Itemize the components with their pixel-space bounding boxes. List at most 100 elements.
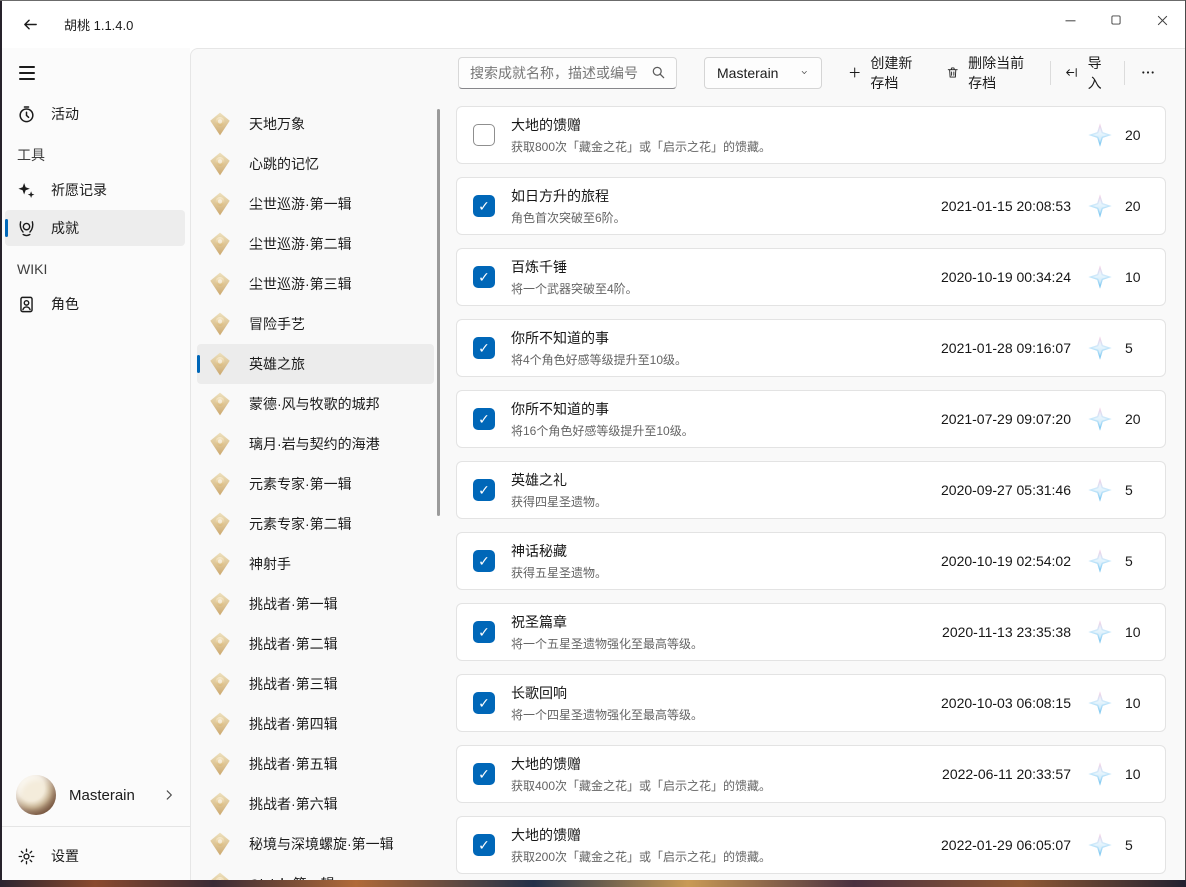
achievement-title: 大地的馈赠 [511, 115, 771, 135]
achievement-card[interactable]: 大地的馈赠 获取400次「藏金之花」或「启示之花」的馈藏。 2022-06-11… [456, 745, 1166, 803]
achievement-reward-count: 5 [1125, 340, 1151, 356]
category-item[interactable]: 挑战者·第四辑 [197, 704, 434, 744]
category-item[interactable]: 英雄之旅 [197, 344, 434, 384]
divider [1124, 61, 1125, 85]
achievement-date: 2022-06-11 20:33:57 [942, 766, 1071, 782]
achievement-card[interactable]: 大地的馈赠 获取800次「藏金之花」或「启示之花」的馈藏。 20 [456, 106, 1166, 164]
achievement-checkbox[interactable] [473, 124, 495, 146]
chevron-right-icon [162, 788, 176, 802]
primogem-icon [1087, 477, 1113, 503]
back-button[interactable] [14, 8, 46, 40]
achievement-checkbox[interactable] [473, 834, 495, 856]
menu-button[interactable] [12, 56, 48, 90]
achievement-card[interactable]: 你所不知道的事 将4个角色好感等级提升至10级。 2021-01-28 09:1… [456, 319, 1166, 377]
achievement-title: 大地的馈赠 [511, 825, 771, 845]
app-title: 胡桃 1.1.4.0 [64, 15, 133, 34]
gold-emblem-icon [207, 711, 233, 737]
achievement-date: 2022-01-29 06:05:07 [941, 837, 1071, 853]
close-button[interactable] [1139, 0, 1185, 40]
achievement-title: 你所不知道的事 [511, 328, 687, 348]
category-list: 天地万象 心跳的记忆 尘世巡游·第一辑 尘世巡游·第二辑 [191, 49, 456, 887]
user-profile-button[interactable]: Masterain [0, 764, 190, 826]
chevron-down-icon [800, 66, 809, 79]
achievement-reward-count: 20 [1125, 198, 1151, 214]
category-item[interactable]: 尘世巡游·第三辑 [197, 264, 434, 304]
sidebar-item-label: 成就 [51, 218, 79, 238]
sidebar-section-header: 工具 [0, 140, 190, 170]
category-item[interactable]: 尘世巡游·第一辑 [197, 184, 434, 224]
achievement-checkbox[interactable] [473, 550, 495, 572]
category-item[interactable]: 冒险手艺 [197, 304, 434, 344]
achievement-laurel-icon [17, 219, 36, 238]
category-item[interactable]: 元素专家·第一辑 [197, 464, 434, 504]
category-item[interactable]: 璃月·岩与契约的海港 [197, 424, 434, 464]
sidebar-item-活动[interactable]: 活动 [5, 96, 185, 132]
category-label: 心跳的记忆 [249, 154, 319, 174]
achievement-checkbox[interactable] [473, 195, 495, 217]
category-item[interactable]: 挑战者·第二辑 [197, 624, 434, 664]
category-item[interactable]: 秘境与深境螺旋·第一辑 [197, 824, 434, 864]
sidebar-item-成就[interactable]: 成就 [5, 210, 185, 246]
sidebar-item-settings[interactable]: 设置 [5, 833, 185, 879]
achievement-checkbox[interactable] [473, 337, 495, 359]
achievement-description: 获取200次「藏金之花」或「启示之花」的馈藏。 [511, 848, 771, 865]
desktop-wallpaper-strip [0, 880, 1186, 887]
more-button[interactable] [1130, 56, 1166, 90]
category-label: 神射手 [249, 554, 291, 574]
achievement-date: 2021-01-28 09:16:07 [941, 340, 1071, 356]
achievement-checkbox[interactable] [473, 621, 495, 643]
sidebar-item-label: 角色 [51, 294, 79, 314]
achievement-card[interactable]: 祝圣篇章 将一个五星圣遗物强化至最高等级。 2020-11-13 23:35:3… [456, 603, 1166, 661]
maximize-button[interactable] [1093, 0, 1139, 40]
achievement-date: 2020-10-19 00:34:24 [941, 269, 1071, 285]
category-label: 尘世巡游·第三辑 [249, 274, 352, 294]
sidebar-item-label: 活动 [51, 104, 79, 124]
achievement-description: 角色首次突破至6阶。 [511, 209, 626, 226]
sidebar-item-祈愿记录[interactable]: 祈愿记录 [5, 172, 185, 208]
gold-emblem-icon [207, 631, 233, 657]
achievement-title: 百炼千锤 [511, 257, 638, 277]
delete-archive-button[interactable]: 删除当前存档 [936, 56, 1045, 90]
category-label: 璃月·岩与契约的海港 [249, 434, 380, 454]
window-controls [1047, 0, 1185, 40]
achievement-card[interactable]: 如日方升的旅程 角色首次突破至6阶。 2021-01-15 20:08:53 2… [456, 177, 1166, 235]
achievement-list: 大地的馈赠 获取800次「藏金之花」或「启示之花」的馈藏。 20 如日方升的旅程… [456, 106, 1166, 887]
category-item[interactable]: 尘世巡游·第二辑 [197, 224, 434, 264]
category-item[interactable]: 挑战者·第六辑 [197, 784, 434, 824]
achievement-text: 英雄之礼 获得四星圣遗物。 [511, 470, 607, 510]
achievement-card[interactable]: 长歌回响 将一个四星圣遗物强化至最高等级。 2020-10-03 06:08:1… [456, 674, 1166, 732]
create-archive-button[interactable]: 创建新存档 [838, 56, 936, 90]
search-input[interactable] [470, 65, 651, 81]
delete-archive-label: 删除当前存档 [968, 53, 1035, 93]
minimize-button[interactable] [1047, 0, 1093, 40]
achievement-card[interactable]: 你所不知道的事 将16个角色好感等级提升至10级。 2021-07-29 09:… [456, 390, 1166, 448]
import-button[interactable]: 导入 [1055, 56, 1119, 90]
category-item[interactable]: 天地万象 [197, 104, 434, 144]
category-scrollbar[interactable] [437, 109, 440, 516]
sidebar-item-角色[interactable]: 角色 [5, 286, 185, 322]
achievement-text: 大地的馈赠 获取200次「藏金之花」或「启示之花」的馈藏。 [511, 825, 771, 865]
category-item[interactable]: 挑战者·第五辑 [197, 744, 434, 784]
achievement-card[interactable]: 大地的馈赠 获取200次「藏金之花」或「启示之花」的馈藏。 2022-01-29… [456, 816, 1166, 874]
category-item[interactable]: 蒙德·风与牧歌的城邦 [197, 384, 434, 424]
achievement-card[interactable]: 英雄之礼 获得四星圣遗物。 2020-09-27 05:31:46 5 [456, 461, 1166, 519]
achievement-checkbox[interactable] [473, 692, 495, 714]
achievement-checkbox[interactable] [473, 408, 495, 430]
achievement-checkbox[interactable] [473, 479, 495, 501]
achievement-checkbox[interactable] [473, 763, 495, 785]
achievement-card[interactable]: 神话秘藏 获得五星圣遗物。 2020-10-19 02:54:02 5 [456, 532, 1166, 590]
category-item[interactable]: 挑战者·第三辑 [197, 664, 434, 704]
achievement-checkbox[interactable] [473, 266, 495, 288]
primogem-icon [1087, 193, 1113, 219]
category-item[interactable]: 元素专家·第二辑 [197, 504, 434, 544]
maximize-icon [1109, 13, 1123, 27]
achievement-description: 将4个角色好感等级提升至10级。 [511, 351, 687, 368]
category-item[interactable]: 心跳的记忆 [197, 144, 434, 184]
achievement-card[interactable]: 百炼千锤 将一个武器突破至4阶。 2020-10-19 00:34:24 10 [456, 248, 1166, 306]
achievement-text: 大地的馈赠 获取800次「藏金之花」或「启示之花」的馈藏。 [511, 115, 771, 155]
archive-select[interactable]: Masterain [704, 57, 822, 89]
create-archive-label: 创建新存档 [870, 53, 925, 93]
category-item[interactable]: 神射手 [197, 544, 434, 584]
category-item[interactable]: 挑战者·第一辑 [197, 584, 434, 624]
achievement-description: 将一个四星圣遗物强化至最高等级。 [511, 706, 703, 723]
